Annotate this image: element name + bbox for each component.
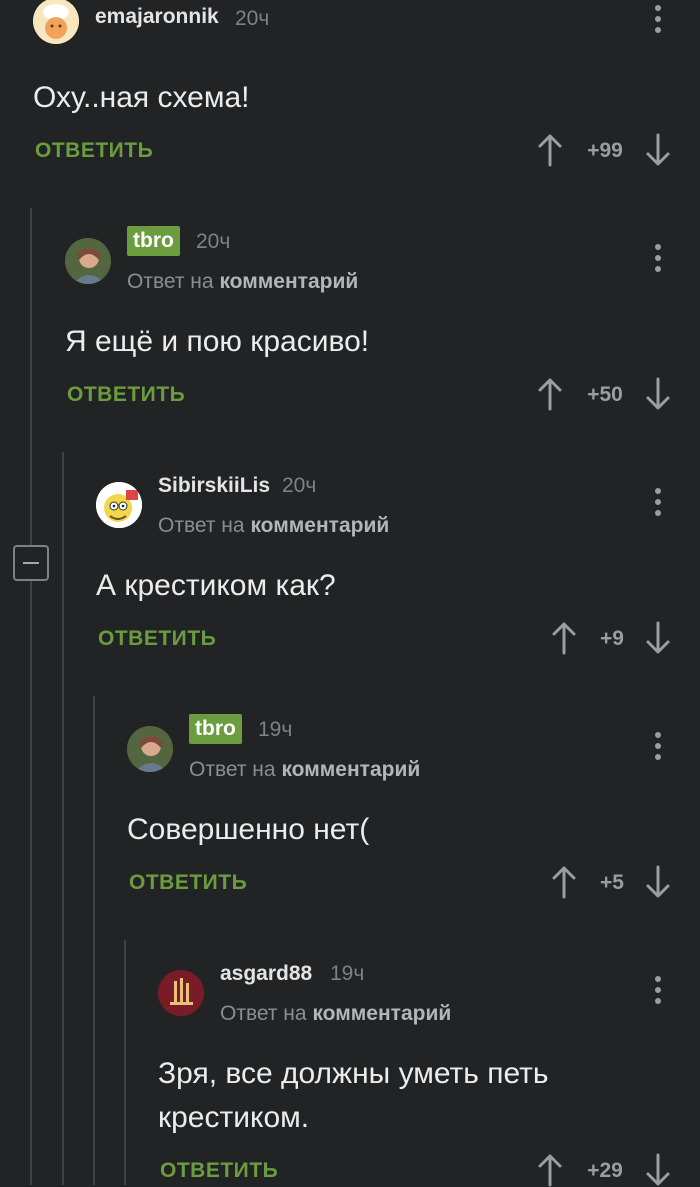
logo-avatar-icon (158, 970, 204, 1016)
upvote-arrow-icon[interactable] (537, 1153, 563, 1187)
comment-text: Зря, все должны уметь петь крестиком. (158, 1057, 549, 1134)
downvote-arrow-icon[interactable] (645, 1153, 671, 1187)
comment: asgard88 19ч Ответ на комментарий Зря, в… (0, 0, 700, 1187)
timestamp[interactable]: 19ч (330, 962, 364, 986)
reply-button[interactable]: ОТВЕТИТЬ (160, 1159, 278, 1183)
more-options-icon[interactable] (648, 974, 668, 1006)
avatar[interactable] (158, 970, 204, 1016)
reply-to-label[interactable]: Ответ на комментарий (220, 1002, 451, 1026)
username[interactable]: asgard88 (220, 962, 312, 986)
rating-score: +29 (587, 1159, 623, 1182)
